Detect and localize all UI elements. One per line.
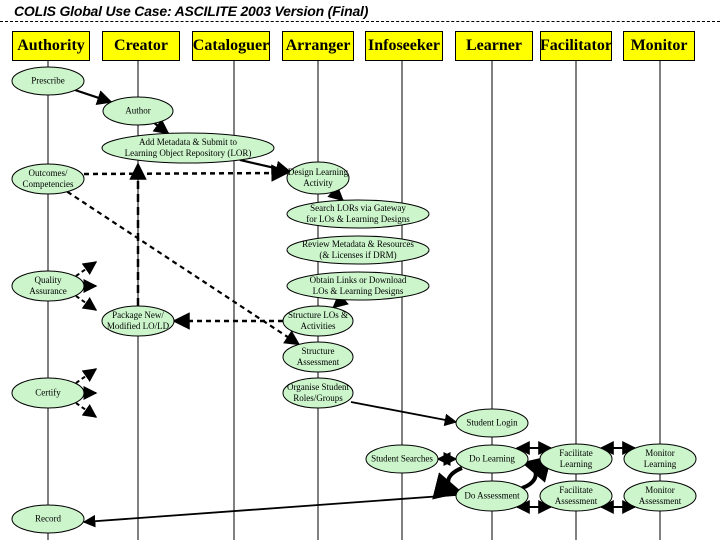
use-case-label-record: Record [35,513,61,524]
actor-monitor: Monitor [623,31,695,61]
use-case-label-certify: Certify [35,387,61,398]
actor-creator: Creator [102,31,180,61]
edge-author-to-add-metadata [152,118,170,135]
edge-obtain-links-to-structure-los [332,292,349,309]
edge-prescribe-to-author [74,89,113,105]
edge-certify-to-down [75,402,98,418]
use-case-label-structure-assessment: Structure Assessment [296,346,340,367]
edge-quality-assurance-to-up [75,261,98,277]
actor-authority: Authority [12,31,90,61]
use-case-label-structure-los: Structure LOs & Activities [288,310,348,331]
use-case-label-prescribe: Prescribe [31,75,65,86]
actor-facilitator: Facilitator [540,31,612,61]
use-case-label-author: Author [125,105,151,116]
use-case-diagram [11,61,697,540]
use-case-label-student-login: Student Login [466,417,518,428]
actor-learner: Learner [455,31,533,61]
edge-add-metadata-to-design-learning [239,158,292,176]
use-case-label-add-metadata: Add Metadata & Submit to Learning Object… [124,137,252,158]
use-case-label-monitor-learning: Monitor Learning [643,448,677,469]
actor-cataloguer: Cataloguer [192,31,270,61]
use-case-label-quality-assurance: Quality Assurance [29,275,67,296]
edge-design-learning-to-search-lors [327,185,344,202]
use-case-label-do-learning: Do Learning [469,453,515,464]
use-case-label-facilitate-learning: Facilitate Learning [559,448,593,469]
use-case-label-facilitate-assessment: Facilitate Assessment [554,485,598,506]
use-case-label-do-assessment: Do Assessment [464,490,520,501]
edge-do-learning-to-do-assessment-left [432,466,463,500]
edge-do-assessment-to-record [82,494,457,528]
use-case-label-design-learning: Design Learning Activity [287,167,349,188]
edge-outcomes-to-design-learning [83,164,289,182]
use-case-label-student-searches: Student Searches [371,453,433,464]
use-case-label-obtain-links: Obtain Links or Download LOs & Learning … [309,275,407,296]
use-case-label-monitor-assessment: Monitor Assessment [638,485,682,506]
edge-certify-to-up [75,368,98,384]
use-case-label-outcomes: Outcomes/ Competencies [22,168,74,189]
actor-arranger: Arranger [282,31,354,61]
actor-infoseeker: Infoseeker [365,31,443,61]
use-case-label-search-lors: Search LORs via Gateway for LOs & Learni… [306,203,410,224]
edge-quality-assurance-to-down [75,295,98,311]
use-case-label-organise-student: Organise Student Roles/Groups [286,382,350,403]
use-case-label-review-metadata: Review Metadata & Resources (& Licenses … [302,239,414,260]
edge-do-learning-to-do-assessment-right [521,455,552,490]
edge-organise-student-to-student-login [350,401,458,427]
use-case-label-package-new: Package New/ Modified LO/LD [106,310,170,331]
